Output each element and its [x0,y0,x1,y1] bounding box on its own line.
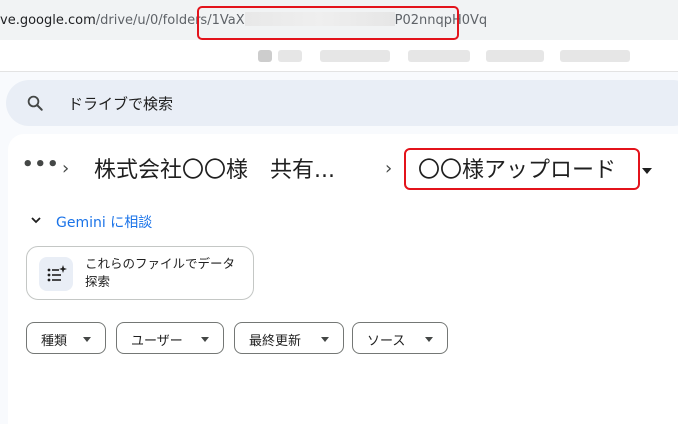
dropdown-arrow-icon [83,337,91,342]
filter-type-chip[interactable]: 種類 [26,322,106,354]
gemini-suggestion-card[interactable]: これらのファイルでデータ探索 [26,246,254,300]
bookmark-item[interactable] [408,50,470,62]
gemini-suffix: に相談 [105,215,153,231]
url-host: ve.google.com [0,13,96,28]
bookmark-item[interactable] [320,50,390,62]
folder-menu-caret-icon[interactable] [642,168,652,174]
drive-search-bar[interactable]: ドライブで検索 [6,80,678,126]
chip-label: 最終更新 [249,334,302,349]
gemini-label: Gemini に相談 [56,212,152,232]
bookmark-icon[interactable] [258,50,272,62]
breadcrumb-item-parent[interactable]: 株式会社〇〇様 共有... [94,152,335,184]
breadcrumb-more-button[interactable]: ••• [22,154,60,175]
gemini-suggestion-text: これらのファイルでデータ探索 [85,256,236,289]
chip-label: ソース [367,334,406,349]
chip-label: 種類 [41,334,68,349]
chevron-down-icon [31,217,41,224]
filter-source-chip[interactable]: ソース [352,322,448,354]
bookmarks-bar [0,40,678,72]
url-path: /drive/u/0/folders/ [95,13,212,28]
breadcrumb-highlight-box [404,148,640,190]
filter-modified-chip[interactable]: 最終更新 [234,322,344,354]
bookmark-item[interactable] [486,50,544,62]
dropdown-arrow-icon [321,337,329,342]
bookmark-item[interactable] [278,50,302,62]
search-icon[interactable] [26,94,44,112]
data-explore-icon [39,257,73,291]
chip-label: ユーザー [131,334,183,349]
url-highlight-box [197,6,459,40]
gemini-brand: Gemini [56,215,106,231]
breadcrumb-separator-icon: › [62,158,70,179]
bookmark-item[interactable] [560,50,630,62]
dropdown-arrow-icon [201,337,209,342]
dropdown-arrow-icon [425,337,433,342]
breadcrumb-separator-icon: › [385,158,393,179]
search-input[interactable]: ドライブで検索 [68,93,173,114]
filter-user-chip[interactable]: ユーザー [116,322,224,354]
